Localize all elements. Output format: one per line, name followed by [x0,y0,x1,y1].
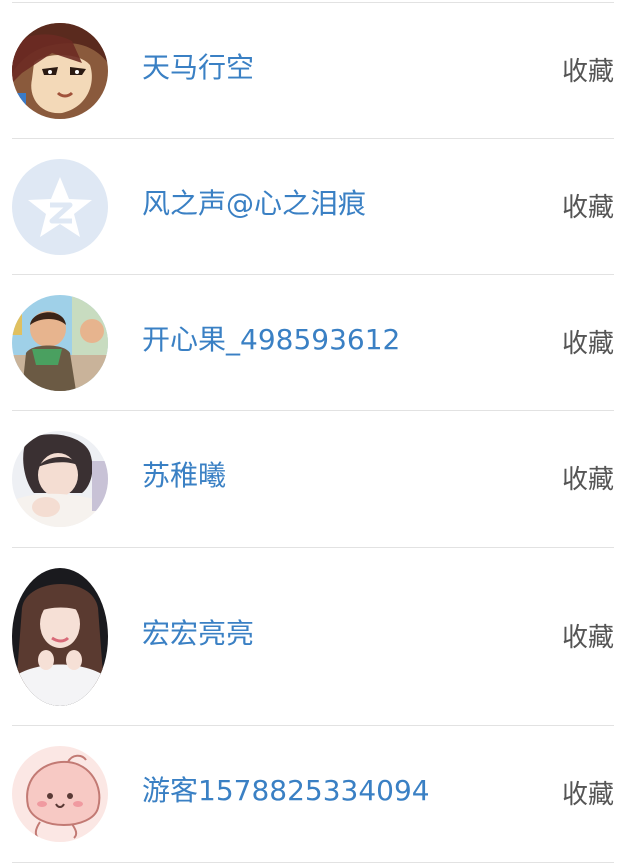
anime-boy-avatar-icon[interactable] [12,23,108,119]
list-item[interactable]: 开心果_498593612 收藏 [12,275,614,410]
favorite-button[interactable]: 收藏 [562,59,614,85]
user-name[interactable]: 风之声@心之泪痕 [142,190,366,218]
favorite-button[interactable]: 收藏 [562,467,614,493]
user-name[interactable]: 游客1578825334094 [142,777,430,805]
favorite-button[interactable]: 收藏 [562,625,614,651]
list-item[interactable]: 风之声@心之泪痕 收藏 [12,139,614,274]
user-name[interactable]: 苏稚曦 [142,462,226,490]
list-item[interactable]: 宏宏亮亮 收藏 [12,548,614,725]
list-item[interactable]: 天马行空 收藏 [12,3,614,138]
user-name[interactable]: 开心果_498593612 [142,326,400,354]
divider [12,862,614,863]
qq-star-default-avatar-icon[interactable] [12,159,108,255]
child-photo-avatar[interactable] [12,295,108,391]
favorite-button[interactable]: 收藏 [562,195,614,221]
favorite-button[interactable]: 收藏 [562,782,614,808]
list-item[interactable]: 苏稚曦 收藏 [12,411,614,547]
girl-photo-avatar[interactable] [12,568,108,706]
favorite-button[interactable]: 收藏 [562,331,614,357]
list-item[interactable]: 游客1578825334094 收藏 [12,726,614,862]
woman-photo-avatar[interactable] [12,431,108,527]
pink-cartoon-avatar-icon[interactable] [12,746,108,842]
user-name[interactable]: 宏宏亮亮 [142,620,254,648]
user-name[interactable]: 天马行空 [142,54,254,82]
